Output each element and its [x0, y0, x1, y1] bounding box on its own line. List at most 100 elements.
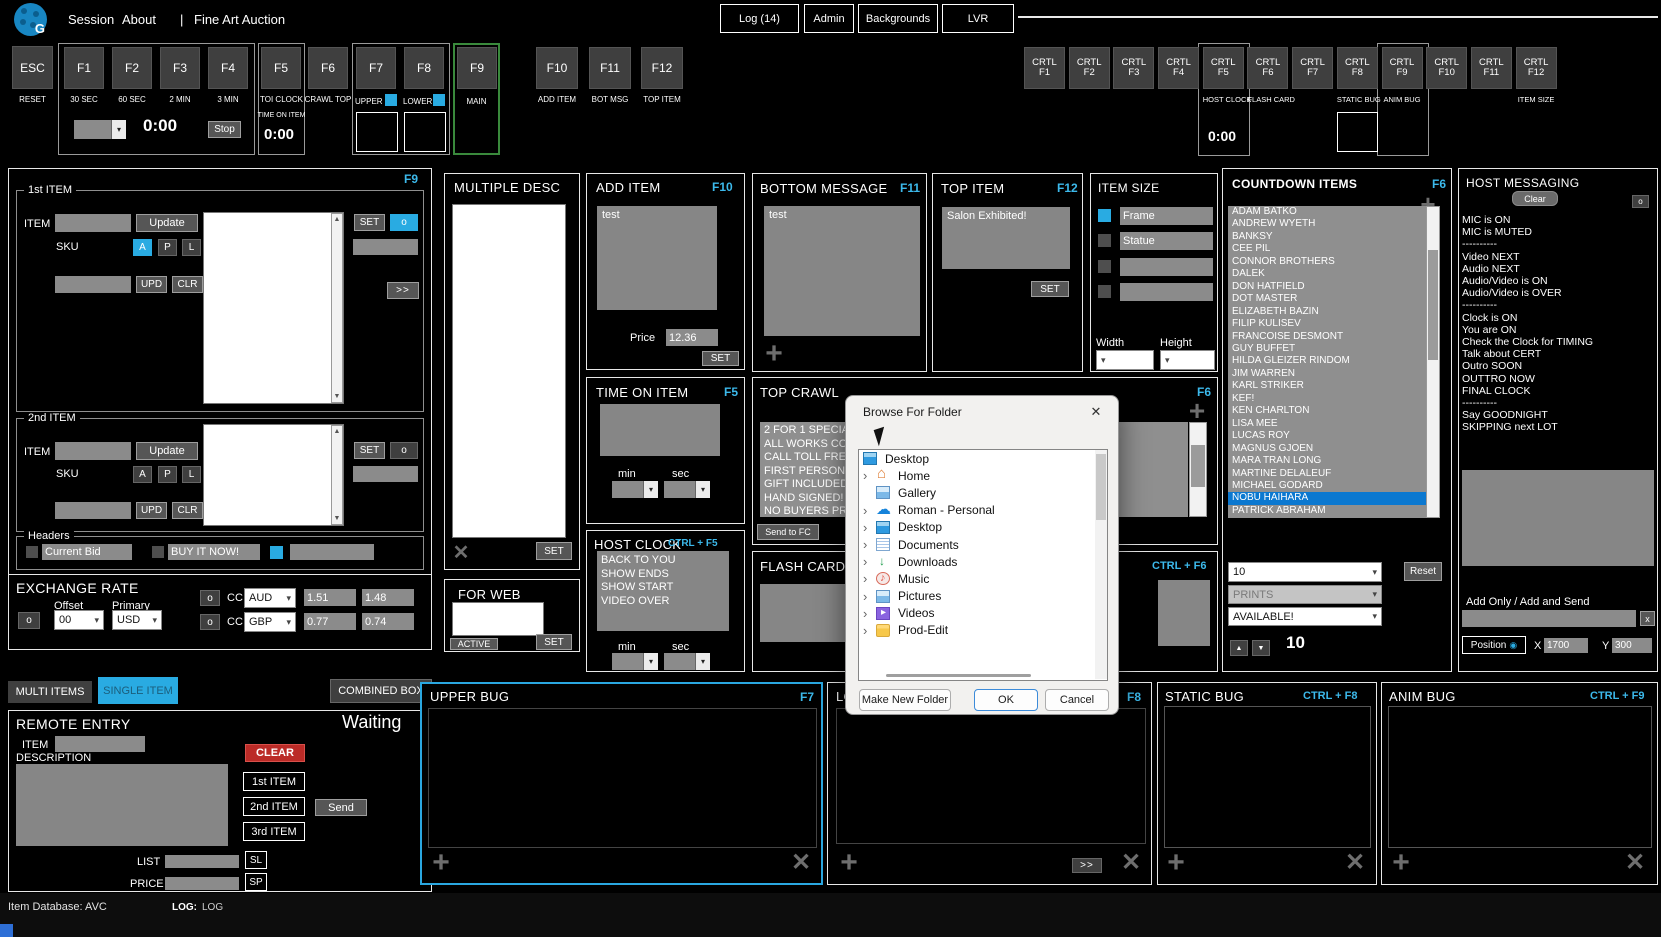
f5-key[interactable]: F5	[261, 47, 301, 89]
second-item-extra-field[interactable]	[353, 466, 418, 482]
remote-2nd-item-button[interactable]: 2nd ITEM	[243, 797, 305, 816]
host-message-item[interactable]: ----------	[1462, 299, 1652, 311]
hc-min-dropdown[interactable]	[612, 653, 658, 670]
lower-bug-expand-button[interactable]	[1072, 858, 1102, 873]
sku-l-button[interactable]: L	[182, 239, 201, 256]
width-dropdown[interactable]	[1096, 350, 1154, 370]
host-message-item[interactable]: Audio/Video is ON	[1462, 275, 1652, 287]
add-item-set-button[interactable]: SET	[702, 351, 739, 366]
scroll-down-icon[interactable]: ▼	[332, 515, 342, 522]
f11-key[interactable]: F11	[589, 47, 631, 89]
upper-bug-close-icon[interactable]	[788, 850, 814, 876]
ctrl-key-button[interactable]: CRTL F9	[1382, 47, 1423, 89]
ctrl-key[interactable]: CRTL F11	[1471, 47, 1512, 104]
make-new-folder-button[interactable]: Make New Folder	[859, 689, 951, 711]
tree-expand-icon[interactable]	[863, 624, 876, 637]
sku2-a-button[interactable]: A	[133, 466, 152, 483]
remote-clear-button[interactable]: CLEAR	[245, 744, 305, 762]
dropdown-arrow-icon[interactable]	[695, 481, 710, 498]
esc-key[interactable]: ESC	[12, 46, 53, 89]
clear-message-button[interactable]: x	[1640, 611, 1655, 626]
ctrl-key-button[interactable]: CRTL F3	[1113, 47, 1154, 89]
host-message-item[interactable]: SKIPPING next LOT	[1462, 421, 1652, 433]
f7-key[interactable]: F7	[356, 47, 396, 89]
sl-button[interactable]: SL	[245, 851, 267, 869]
host-message-item[interactable]: Audio/Video is OVER	[1462, 287, 1652, 299]
price-input[interactable]	[165, 877, 239, 890]
ctrl-key[interactable]: CRTL F5 HOST CLOCK	[1203, 47, 1244, 104]
exchange-o-button[interactable]: o	[18, 612, 40, 629]
static-bug-close-icon[interactable]	[1342, 850, 1368, 876]
ctrl-key[interactable]: CRTL F7	[1292, 47, 1333, 104]
bottom-message-add-icon[interactable]	[760, 340, 788, 368]
first-item-scrollbar[interactable]: ▲ ▼	[331, 213, 343, 403]
ctrl-key-button[interactable]: CRTL F4	[1158, 47, 1199, 89]
countdown-item[interactable]: GUY BUFFET	[1228, 343, 1426, 355]
item2-number-input[interactable]	[55, 442, 131, 460]
custom-header-field[interactable]	[290, 544, 374, 560]
buy-it-now-field[interactable]: BUY IT NOW!	[168, 544, 260, 560]
tree-row[interactable]: Desktop	[859, 519, 1107, 536]
upd2-button[interactable]: UPD	[136, 502, 167, 519]
for-web-box[interactable]	[452, 602, 544, 636]
tree-row[interactable]: Videos	[859, 605, 1107, 622]
offset-dropdown[interactable]: 00	[54, 610, 104, 630]
ctrl-key-button[interactable]: CRTL F8	[1337, 47, 1378, 89]
dropdown-arrow-icon[interactable]	[643, 481, 658, 498]
host-message-item[interactable]: Audio NEXT	[1462, 263, 1652, 275]
tree-row-label[interactable]: Home	[895, 469, 933, 483]
for-web-active-button[interactable]: ACTIVE	[450, 638, 498, 650]
cc2-rate2-field[interactable]: 0.74	[362, 613, 414, 630]
f6-key[interactable]: F6	[308, 47, 348, 89]
host-message-item[interactable]: MIC is MUTED	[1462, 226, 1652, 238]
anim-bug-close-icon[interactable]	[1622, 850, 1648, 876]
countdown-listbox[interactable]: ADAM BATKOANDREW WYETHBANKSYCEE PILCONNO…	[1228, 206, 1426, 518]
tree-scroll-thumb[interactable]	[1096, 454, 1106, 520]
item2-aux-input[interactable]	[55, 502, 131, 519]
list-input[interactable]	[165, 855, 239, 868]
first-item-expand-button[interactable]	[387, 282, 419, 299]
lower-checkbox[interactable]	[433, 94, 445, 106]
static-bug-add-icon[interactable]	[1163, 850, 1189, 876]
size-option4-field[interactable]	[1120, 283, 1213, 301]
clr2-button[interactable]: CLR	[172, 502, 203, 519]
countdown-item[interactable]: NOBU HAIHARA	[1228, 492, 1426, 504]
remote-3rd-item-button[interactable]: 3rd ITEM	[243, 822, 305, 841]
tree-row-label[interactable]: Prod-Edit	[895, 623, 951, 637]
host-messaging-o-button[interactable]: o	[1632, 195, 1649, 208]
scroll-down-icon[interactable]: ▼	[332, 393, 342, 400]
tree-row-label[interactable]: Pictures	[895, 589, 944, 603]
top-item-textarea[interactable]: Salon Exhibited!	[942, 207, 1070, 269]
tree-expand-icon[interactable]	[863, 555, 876, 568]
host-message-item[interactable]: You are ON	[1462, 324, 1652, 336]
upper-bug-add-icon[interactable]	[428, 850, 454, 876]
tree-row-label[interactable]: Documents	[895, 538, 962, 552]
stop-button[interactable]: Stop	[208, 121, 241, 138]
ctrl-key-button[interactable]: CRTL F5	[1203, 47, 1244, 89]
f8-key[interactable]: F8	[404, 47, 444, 89]
f9-key[interactable]: F9	[457, 47, 497, 89]
first-item-extra-field[interactable]	[353, 239, 418, 255]
ctrl-key-button[interactable]: CRTL F10	[1426, 47, 1467, 89]
dropdown-arrow-icon[interactable]	[695, 653, 710, 670]
frame-checkbox[interactable]	[1098, 209, 1111, 222]
upper-checkbox[interactable]	[385, 94, 397, 106]
dropdown-arrow-icon[interactable]	[643, 653, 658, 670]
host-message-item[interactable]: FINAL CLOCK	[1462, 385, 1652, 397]
statue-field[interactable]: Statue	[1120, 232, 1213, 250]
tree-row-label[interactable]: Gallery	[895, 486, 939, 500]
host-message-item[interactable]: Say GOODNIGHT	[1462, 409, 1652, 421]
log-button[interactable]: Log (14)	[720, 4, 799, 33]
cc2-o-button[interactable]: o	[200, 614, 220, 630]
cc1-o-button[interactable]: o	[200, 590, 220, 606]
f1-key[interactable]: F1	[64, 47, 104, 89]
countdown-item[interactable]: KEF!	[1228, 393, 1426, 405]
first-item-set-button[interactable]: SET	[354, 214, 385, 231]
frame-field[interactable]: Frame	[1120, 207, 1213, 225]
custom-header-checkbox[interactable]	[270, 546, 283, 559]
countdown-item[interactable]: FILIP KULISEV	[1228, 318, 1426, 330]
ctrl-key[interactable]: CRTL F8 STATIC BUG	[1337, 47, 1378, 104]
height-dropdown[interactable]	[1160, 350, 1215, 370]
countdown-count-dropdown[interactable]: 10	[1228, 562, 1382, 582]
countdown-item[interactable]: DOT MASTER	[1228, 293, 1426, 305]
